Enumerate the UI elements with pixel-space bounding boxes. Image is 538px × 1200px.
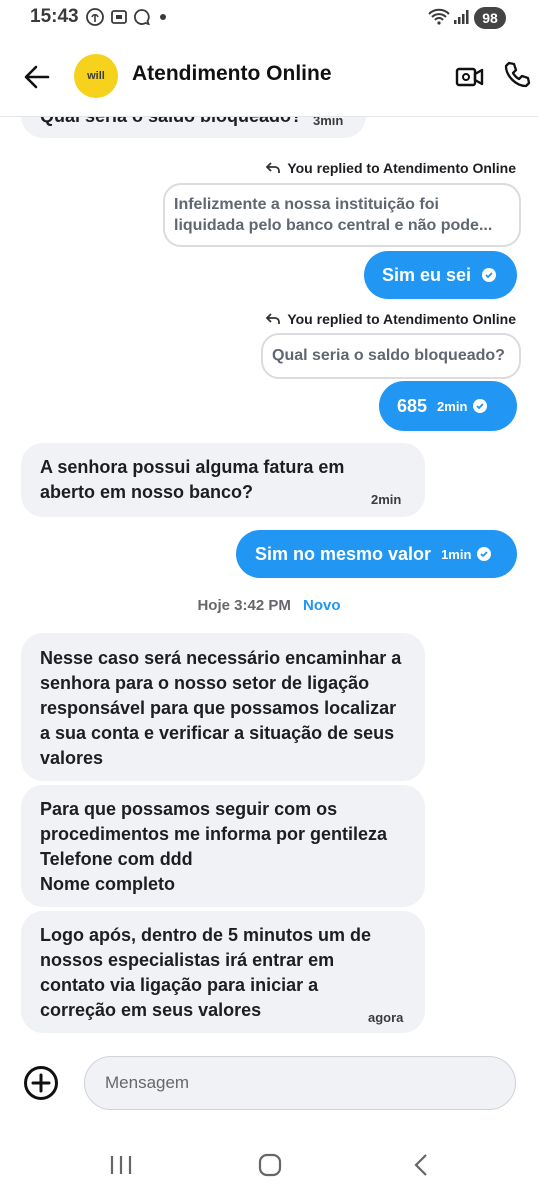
status-time: 15:43 [30,6,79,27]
message-text: Sim no mesmo valor [255,543,432,564]
video-camera-icon[interactable] [455,62,485,92]
message-line: nossos especialistas irá entrar em [40,950,335,970]
message-outgoing[interactable]: 685 2min [379,381,517,431]
message-line: aberto em nosso banco? [40,482,254,502]
reply-arrow-icon [266,313,281,324]
recent-apps-icon[interactable] [106,1150,136,1180]
nav-back-icon[interactable] [406,1150,436,1180]
message-outgoing[interactable]: Sim eu sei [364,251,517,299]
message-incoming[interactable]: A senhora possui alguma fatura em aberto… [21,443,425,517]
quote-line: liquidada pelo banco central e não pode.… [174,217,493,234]
date-label: Hoje 3:42 PM [197,597,291,614]
quote-line: Qual seria o saldo bloqueado? [272,347,505,364]
message-text: Sim eu sei [382,264,472,285]
avatar-text: will [87,70,105,82]
contact-avatar[interactable]: will [74,54,118,98]
chat-notification-icon [134,9,150,26]
message-text: 685 [397,395,428,416]
check-circle-icon [473,399,488,413]
message-line: correção em seus valores [40,1000,262,1020]
reply-arrow-icon [266,162,281,173]
replied-label-text: You replied to Atendimento Online [287,160,516,176]
quoted-message[interactable]: Infelizmente a nossa instituição foi liq… [163,183,521,247]
message-time: agora [368,1010,404,1025]
message-incoming[interactable]: Logo após, dentro de 5 minutos um de nos… [21,911,425,1033]
chat-title[interactable]: Atendimento Online [132,62,332,86]
signal-icon [454,10,469,24]
message-line: Nesse caso será necessário encaminhar a [40,648,402,668]
plus-circle-icon[interactable] [23,1065,59,1101]
message-time: 2min [371,492,402,507]
message-time: 1min [441,546,472,562]
message-line: valores [40,748,104,768]
more-notifications-dot-icon [160,14,166,20]
wifi-icon [428,8,450,25]
home-icon[interactable] [255,1150,285,1180]
message-line: A senhora possui alguma fatura em [40,457,345,477]
message-time: 2min [437,398,468,414]
message-line: Nome completo [40,874,176,894]
message-incoming[interactable]: Nesse caso será necessário encaminhar a … [21,633,425,781]
battery-indicator: 98 [474,7,506,29]
check-circle-icon [482,268,497,282]
screenshot-notification-icon [111,10,127,24]
replied-label: You replied to Atendimento Online [265,311,516,327]
back-arrow-icon[interactable] [22,62,52,92]
message-line: Para que possamos seguir com os [40,799,338,819]
phone-icon[interactable] [502,60,532,90]
message-line: Logo após, dentro de 5 minutos um de [40,925,372,945]
message-line: Telefone com ddd [40,849,193,869]
replied-label-text: You replied to Atendimento Online [287,311,516,327]
leaf-notification-icon [86,8,104,26]
quote-line: Infelizmente a nossa instituição foi [174,196,439,213]
chat-header: will Atendimento Online [0,40,538,117]
message-input[interactable]: Mensagem [84,1056,516,1110]
message-outgoing[interactable]: Sim no mesmo valor 1min [236,530,517,578]
replied-label: You replied to Atendimento Online [265,160,516,176]
message-line: contato via ligação para iniciar a [40,975,319,995]
message-incoming[interactable]: Para que possamos seguir com os procedim… [21,785,425,907]
new-label: Novo [303,597,341,614]
message-line: a sua conta e verificar a situação de se… [40,723,395,743]
check-circle-icon [477,547,492,561]
message-line: responsável para que possamos localizar [40,698,397,718]
date-separator: Hoje 3:42 PM Novo [0,597,538,614]
message-line: senhora para o nosso setor de ligação [40,673,370,693]
quoted-message[interactable]: Qual seria o saldo bloqueado? [261,333,521,379]
message-line: procedimentos me informa por gentileza [40,824,388,844]
message-input-placeholder: Mensagem [105,1073,190,1092]
